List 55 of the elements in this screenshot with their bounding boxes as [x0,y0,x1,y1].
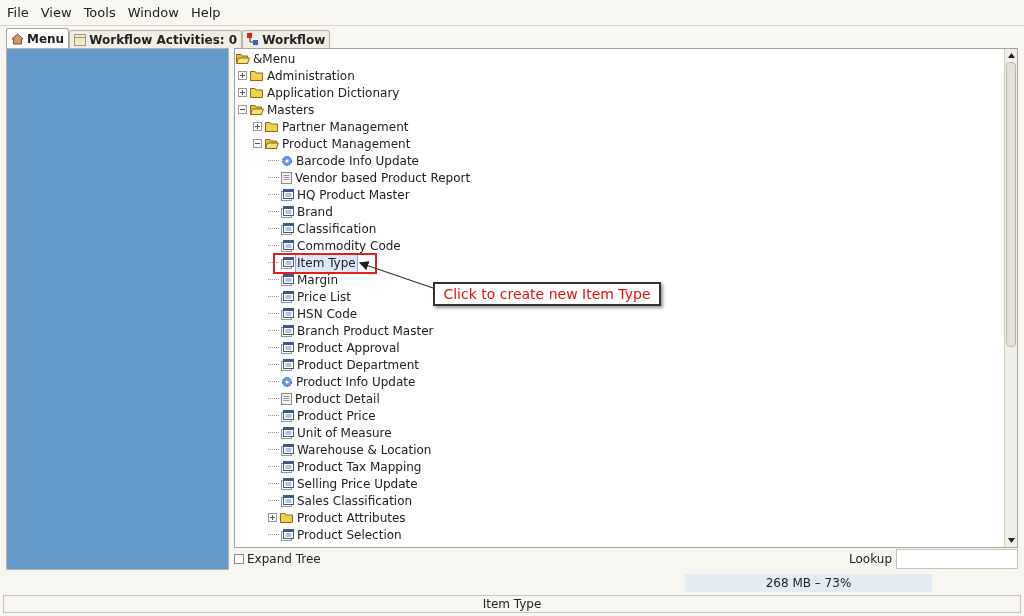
window-icon [281,256,294,269]
window-icon [281,205,294,218]
window-icon [281,494,294,507]
workflow-icon [247,33,260,46]
window-icon [281,324,294,337]
open-folder-icon [265,138,279,149]
folder-icon [250,87,264,98]
scroll-up-icon[interactable] [1007,53,1015,58]
expand-toggle-icon[interactable] [238,88,247,97]
window-icon [281,409,294,422]
expand-toggle-icon[interactable] [268,513,277,522]
folder-icon [265,121,279,132]
callout-label: Click to create new Item Type [433,282,661,306]
menu-item[interactable]: File [7,2,29,23]
window-icon [281,443,294,456]
tree-item[interactable]: Item Type [295,252,358,273]
window-icon [281,307,294,320]
memory-indicator: 268 MB – 73% [685,574,932,592]
window-icon [281,477,294,490]
document-icon [281,392,292,405]
tab[interactable]: Menu [6,28,70,48]
menu-item[interactable]: Window [127,2,179,23]
gear-icon [281,154,293,167]
document-icon [281,171,292,184]
window-icon [281,239,294,252]
window-icon [281,273,294,286]
window-icon [281,358,294,371]
tab[interactable]: Workflow [242,30,331,48]
table-icon [74,33,87,46]
window-icon [281,528,294,541]
expand-toggle-icon[interactable] [238,71,247,80]
folder-icon [280,512,294,523]
folder-icon [250,70,264,81]
menu-item[interactable]: View [40,2,72,23]
window-icon [281,222,294,235]
tab[interactable]: Workflow Activities: 0 [69,30,243,48]
lookup-field[interactable] [896,549,1018,569]
collapse-toggle-icon[interactable] [253,139,262,148]
menu-item[interactable]: Help [190,2,221,23]
window-icon [281,290,294,303]
window-icon [281,460,294,473]
home-icon [11,32,24,45]
menu-item[interactable]: Tools [83,2,116,23]
collapse-toggle-icon[interactable] [238,105,247,114]
scrollbar[interactable] [1004,49,1017,547]
window-icon [281,188,294,201]
open-folder-icon [250,104,264,115]
expand-toggle-icon[interactable] [253,122,262,131]
window-icon [281,426,294,439]
gear-icon [281,375,293,388]
lookup-label: Lookup [849,551,892,568]
scroll-down-icon[interactable] [1007,538,1015,543]
status-bar: Item Type [3,595,1021,613]
window-icon [281,341,294,354]
expand-tree-checkbox[interactable]: Expand Tree [234,550,321,568]
